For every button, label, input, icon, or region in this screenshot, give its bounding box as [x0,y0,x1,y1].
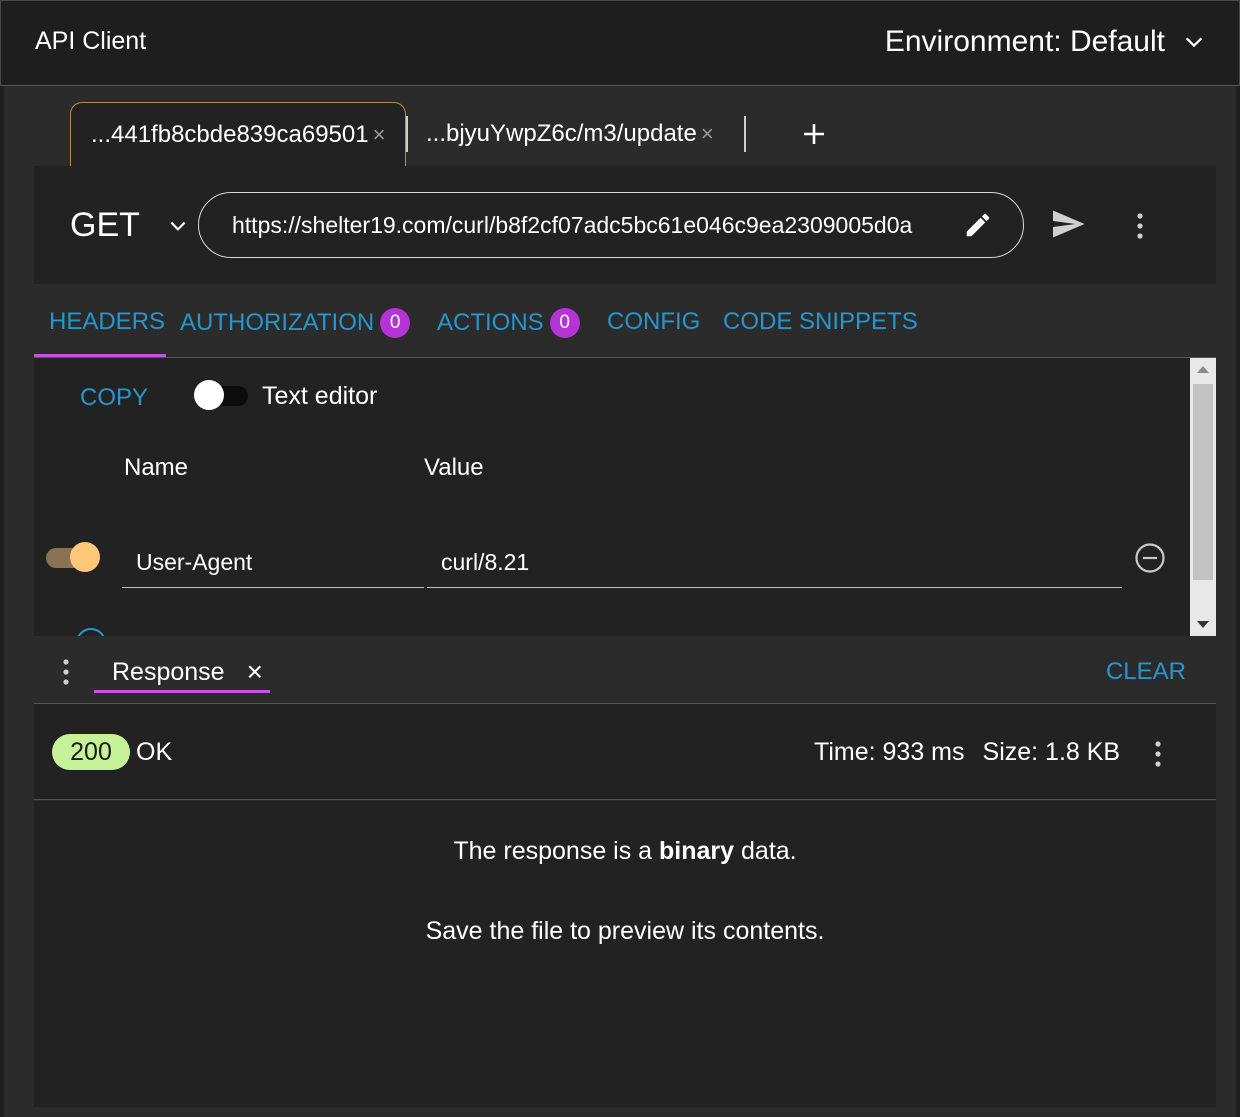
response-time: Time: 933 ms [814,738,965,766]
environment-label: Environment: Default [884,25,1165,58]
request-bar: GET https://shelter19.com/curl/b8f2cf07a… [34,166,1216,284]
app-title: API Client [35,27,147,55]
tab-config[interactable]: CONFIG [607,308,700,336]
count-badge: 0 [549,308,580,338]
response-tab-label: Response [112,657,225,686]
tab-code-snippets[interactable]: CODE SNIPPETS [723,308,918,336]
message-bold: binary [659,837,735,865]
tab-headers[interactable]: HEADERS [49,308,165,336]
method-label: GET [70,206,140,244]
header-enabled-toggle[interactable] [46,542,102,572]
response-tab-strip: Response × CLEAR [34,636,1216,704]
scroll-down-icon[interactable] [1197,621,1209,628]
response-metrics: Time: 933 ms Size: 1.8 KB [814,738,1120,767]
title-bar: API Client Environment: Default [0,0,1240,86]
tab-label: CONFIG [607,308,701,335]
active-tab-indicator [94,690,270,693]
headers-scrollbar[interactable] [1190,358,1216,636]
request-tab-label: ...bjyuYwpZ6c/m3/update [426,120,697,147]
send-icon[interactable] [1050,206,1086,242]
close-icon[interactable]: × [247,656,263,688]
save-hint-message: Save the file to preview its contents. [425,917,825,945]
more-vertical-icon[interactable] [1135,212,1145,240]
chevron-down-icon [1185,37,1203,48]
response-body: The response is a binary data. Save the … [34,801,1216,1107]
tab-actions[interactable]: ACTIONS 0 [437,308,580,338]
window-border-right [1236,86,1240,1117]
more-vertical-icon[interactable] [61,658,71,686]
status-text: OK [136,738,173,766]
url-text[interactable]: https://shelter19.com/curl/b8f2cf07adc5b… [232,212,963,239]
column-header-value: Value [424,454,484,481]
add-tab-button[interactable] [798,114,830,154]
remove-circle-icon[interactable] [1134,542,1166,574]
message-suffix: data. [734,837,797,865]
toggle-knob [194,380,224,410]
close-tab-icon[interactable]: × [373,122,386,148]
add-header-icon[interactable] [76,628,106,636]
tab-divider [744,116,746,152]
request-options-tabs: HEADERS AUTHORIZATION 0 ACTIONS 0 CONFIG… [34,284,1216,358]
response-tab[interactable]: Response × [94,652,281,692]
tab-divider [406,116,408,152]
scroll-up-icon[interactable] [1197,366,1209,373]
tab-label: ACTIONS [437,309,544,336]
request-tab[interactable]: ...bjyuYwpZ6c/m3/update × [426,116,714,152]
more-vertical-icon[interactable] [1153,740,1163,768]
header-value-field[interactable]: curl/8.21 [427,538,1122,588]
close-tab-icon[interactable]: × [701,121,714,147]
request-tab-active[interactable]: ...441fb8cbde839ca69501 × [70,102,406,166]
status-code-badge: 200 [52,734,130,770]
text-editor-toggle[interactable] [194,380,248,410]
active-tab-indicator [34,354,166,357]
url-input[interactable]: https://shelter19.com/curl/b8f2cf07adc5b… [198,192,1024,258]
message-prefix: The response is a [453,837,660,865]
column-header-name: Name [124,454,189,481]
environment-selector[interactable]: Environment: Default [885,25,1205,59]
toggle-knob [70,542,100,572]
tab-label: AUTHORIZATION [180,309,375,336]
copy-button[interactable]: COPY [80,384,148,412]
headers-panel: COPY Text editor Name Value User-Agent c… [34,358,1216,636]
response-status-bar: 200 OK Time: 933 ms Size: 1.8 KB [34,704,1216,800]
tab-authorization[interactable]: AUTHORIZATION 0 [180,308,411,338]
clear-button[interactable]: CLEAR [1106,658,1186,686]
chevron-down-icon [170,221,186,231]
tab-label: CODE SNIPPETS [723,308,918,335]
header-name-field[interactable]: User-Agent [122,538,424,588]
pencil-icon[interactable] [963,210,993,240]
plus-icon [804,124,824,144]
binary-message: The response is a binary data. [34,837,1216,866]
method-selector[interactable]: GET [70,206,188,245]
text-editor-label: Text editor [262,382,378,410]
request-tab-strip: ...441fb8cbde839ca69501 × ...bjyuYwpZ6c/… [34,100,1216,166]
request-tab-label: ...441fb8cbde839ca69501 [91,120,369,148]
response-size: Size: 1.8 KB [982,738,1121,766]
scrollbar-thumb[interactable] [1193,384,1213,580]
window-border-left [0,86,4,1117]
tab-label: HEADERS [49,308,166,335]
count-badge: 0 [380,308,411,338]
